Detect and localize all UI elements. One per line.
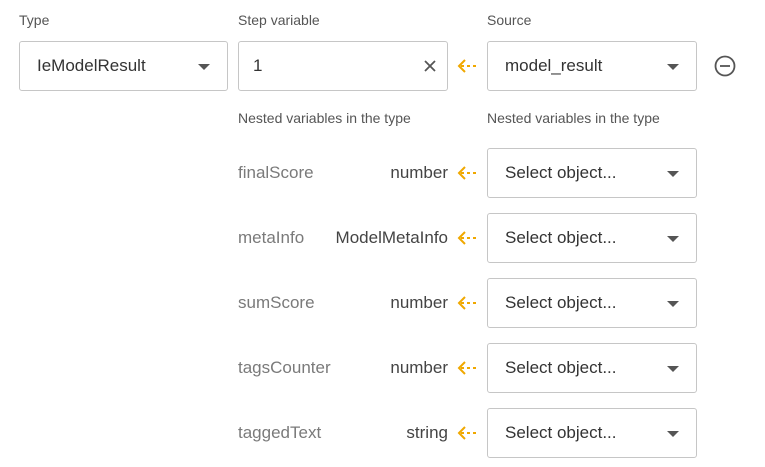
- chevron-down-icon: [667, 301, 679, 307]
- minus-circle-icon[interactable]: [714, 55, 736, 77]
- nested-select-placeholder: Select object...: [505, 163, 617, 182]
- nested-object-select[interactable]: Select object...: [487, 148, 697, 198]
- nested-object-select[interactable]: Select object...: [487, 278, 697, 328]
- nested-select-placeholder: Select object...: [505, 228, 617, 247]
- nested-field-name: sumScore: [238, 293, 315, 312]
- nested-field-name: metaInfo: [238, 228, 305, 247]
- nested-field-type: string: [406, 423, 448, 442]
- step-variable-input[interactable]: 1: [238, 41, 448, 91]
- nested-select-placeholder: Select object...: [505, 358, 617, 377]
- arrow-left-dashed-icon: [457, 59, 479, 73]
- nested-object-select[interactable]: Select object...: [487, 213, 697, 263]
- type-select-value: IeModelResult: [37, 56, 146, 75]
- source-select[interactable]: model_result: [487, 41, 697, 91]
- nested-object-select[interactable]: Select object...: [487, 408, 697, 458]
- nested-variables-header-right: Nested variables in the type: [487, 110, 660, 126]
- arrow-left-dashed-icon: [457, 231, 479, 245]
- nested-field-type: number: [390, 163, 448, 182]
- type-header: Type: [19, 12, 50, 28]
- chevron-down-icon: [667, 431, 679, 437]
- close-icon[interactable]: [421, 57, 439, 75]
- step-variable-value: 1: [253, 56, 263, 75]
- nested-field-type: number: [390, 358, 448, 377]
- nested-select-placeholder: Select object...: [505, 423, 617, 442]
- chevron-down-icon: [667, 171, 679, 177]
- chevron-down-icon: [667, 236, 679, 242]
- nested-field-type: ModelMetaInfo: [335, 228, 448, 247]
- arrow-left-dashed-icon: [457, 166, 479, 180]
- nested-select-placeholder: Select object...: [505, 293, 617, 312]
- arrow-left-dashed-icon: [457, 426, 479, 440]
- nested-object-select[interactable]: Select object...: [487, 343, 697, 393]
- nested-field-name: taggedText: [238, 423, 322, 442]
- variable-mapping-panel: Type Step variable Source IeModelResult …: [0, 0, 765, 467]
- chevron-down-icon: [667, 366, 679, 372]
- source-header: Source: [487, 12, 532, 28]
- step-variable-header: Step variable: [238, 12, 320, 28]
- chevron-down-icon: [667, 64, 679, 70]
- nested-field-name: finalScore: [238, 163, 314, 182]
- arrow-left-dashed-icon: [457, 361, 479, 375]
- nested-field-name: tagsCounter: [238, 358, 331, 377]
- nested-field-type: number: [390, 293, 448, 312]
- nested-variables-header-left: Nested variables in the type: [238, 110, 411, 126]
- type-select[interactable]: IeModelResult: [19, 41, 228, 91]
- source-select-value: model_result: [505, 56, 603, 75]
- chevron-down-icon: [198, 64, 210, 70]
- arrow-left-dashed-icon: [457, 296, 479, 310]
